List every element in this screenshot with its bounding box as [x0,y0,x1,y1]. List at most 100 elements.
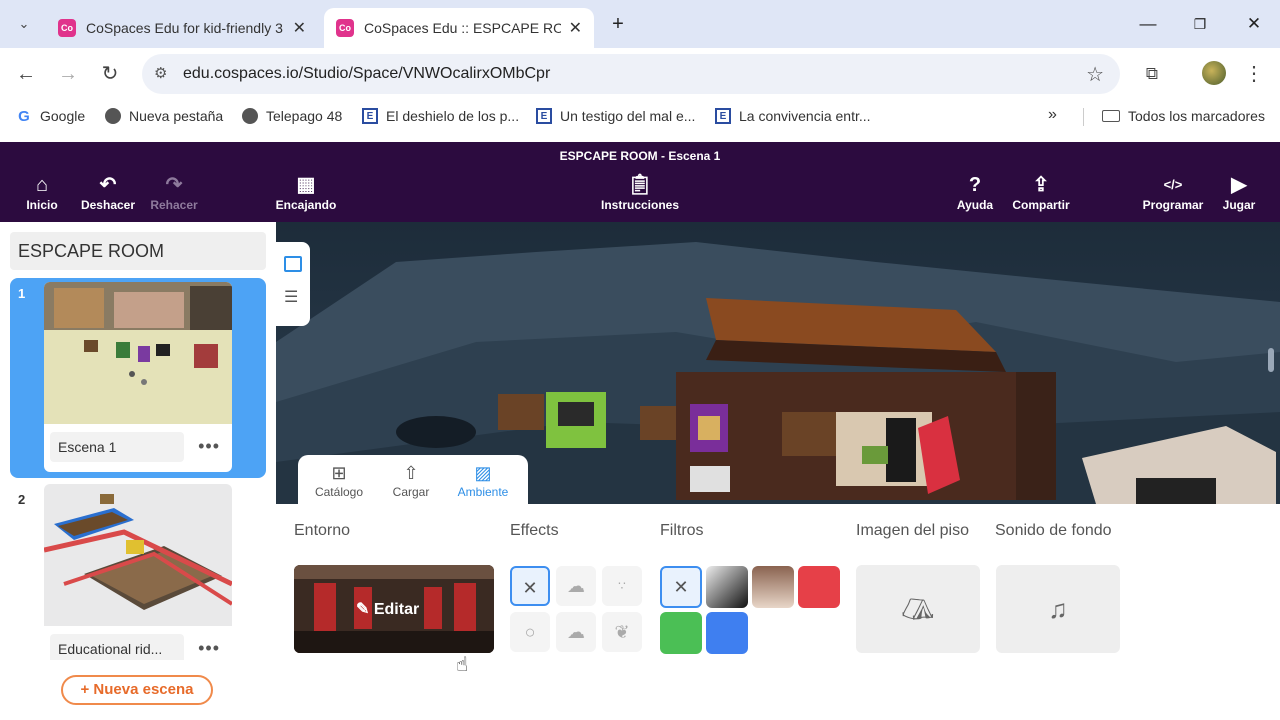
scene-2-thumbnail [44,484,232,626]
pencil-icon: ✎ [356,601,374,618]
tab-label: Catálogo [314,485,364,499]
minimize-button[interactable]: — [1136,12,1160,36]
new-tab-button[interactable]: + [606,12,630,36]
browser-tab-bar: ⌄ Co CoSpaces Edu for kid-friendly 3 ✕ C… [0,0,1280,48]
bookmark-convivencia[interactable]: E La convivencia entr... [715,108,871,124]
url-text[interactable]: edu.cospaces.io/Studio/Space/VNWOcalirxO… [183,65,550,83]
scene-label[interactable]: Educational rid... [50,634,184,660]
scene-more-icon[interactable]: ••• [198,436,220,457]
browser-menu-icon[interactable]: ⋮ [1240,60,1268,88]
browser-tab[interactable]: Co CoSpaces Edu for kid-friendly 3 ✕ [46,8,318,48]
edit-button[interactable]: ✎ Editar [356,599,419,619]
back-button[interactable]: ← [12,60,40,88]
filter-green[interactable] [660,612,702,654]
play-button[interactable]: ▶ Jugar [1220,172,1258,212]
tab-catalog[interactable]: ⊞ Catálogo [304,461,374,499]
redo-button[interactable]: ↷ Rehacer [148,172,200,212]
scene-card-1[interactable]: 1 Escena 1 ••• [10,278,266,478]
instructions-button[interactable]: 📋︎ Instrucciones [600,172,680,212]
effect-rain-cloud-icon[interactable]: ☁ [556,566,596,606]
e-icon: E [362,108,378,124]
snapping-button[interactable]: ▦ Encajando [274,172,338,212]
scene-1-thumbnail [44,282,232,424]
floor-image-title: Imagen del piso [856,522,969,539]
cospaces-favicon-icon: Co [58,19,76,37]
more-bookmarks-icon[interactable]: » [1048,106,1057,124]
effect-none[interactable]: ✕ [510,566,550,606]
grid-icon: ▦ [296,174,316,196]
floor-image-icon: ⛺︎ [901,594,935,624]
home-icon: ⌂ [35,174,49,196]
filter-blue[interactable] [706,612,748,654]
undo-icon: ↶ [99,174,117,196]
tab-search-button[interactable]: ⌄ [10,10,38,38]
new-scene-button[interactable]: + Nueva escena [61,675,213,705]
close-window-button[interactable]: ✕ [1242,12,1266,36]
effect-bubbles-icon[interactable]: ○ [510,612,550,652]
undo-label: Deshacer [80,198,136,212]
bookmark-label: La convivencia entr... [739,108,871,124]
scenes-panel: ESPCAPE ROOM 1 Escena 1 ••• 2 Educationa… [0,222,276,720]
close-tab-icon[interactable]: ✕ [293,18,306,38]
divider [1083,108,1084,126]
help-button[interactable]: ? Ayuda [954,172,996,212]
home-label: Inicio [26,198,58,212]
tab-upload[interactable]: ⇧ Cargar [376,461,446,499]
code-label: Programar [1142,198,1204,212]
scene-more-icon[interactable]: ••• [198,638,220,659]
bookmark-telepago[interactable]: Telepago 48 [242,108,342,124]
environment-thumbnail[interactable]: ✎ Editar [294,565,494,653]
instructions-label: Instrucciones [600,198,680,212]
help-icon: ? [968,174,982,196]
play-label: Jugar [1222,198,1256,212]
code-button[interactable]: </> Programar [1142,172,1204,212]
restore-button[interactable]: ❐ [1188,12,1212,36]
play-icon: ▶ [1231,174,1247,196]
address-bar: ← → ↻ ⚙ edu.cospaces.io/Studio/Space/VNW… [0,48,1280,100]
undo-button[interactable]: ↶ Deshacer [80,172,136,212]
effect-snow-cloud-icon[interactable]: ☁ [556,612,596,652]
share-button[interactable]: ⇪ Compartir [1010,172,1072,212]
bookmark-star-icon[interactable]: ☆ [1086,62,1104,87]
scene-card-2[interactable]: 2 Educational rid... ••• [10,484,266,660]
code-icon: </> [1163,177,1183,192]
close-tab-icon[interactable]: ✕ [569,18,582,38]
filter-red[interactable] [798,566,840,608]
filter-none[interactable]: ✕ [660,566,702,608]
browser-tab-active[interactable]: Co CoSpaces Edu :: ESPCAPE ROOM ✕ [324,8,594,48]
library-tabs: ⊞ Catálogo ⇧ Cargar ▨ Ambiente [298,455,528,505]
forward-button[interactable]: → [54,60,82,88]
catalog-icon: ⊞ [331,463,347,483]
share-icon: ⇪ [1032,174,1050,196]
all-bookmarks[interactable]: Todos los marcadores [1102,108,1265,124]
background-sound-button[interactable]: ♫ [996,565,1120,653]
gallery-icon[interactable] [284,256,302,272]
omnibox[interactable]: ⚙ edu.cospaces.io/Studio/Space/VNWOcalir… [142,54,1120,94]
tab-environment[interactable]: ▨ Ambiente [448,461,518,499]
floor-image-button[interactable]: ⛺︎ [856,565,980,653]
bookmark-new-tab[interactable]: Nueva pestaña [105,108,223,124]
bookmark-label: Telepago 48 [266,108,343,124]
bookmark-testigo[interactable]: E Un testigo del mal e... [536,108,695,124]
environment-title: Entorno [294,522,351,539]
reload-button[interactable]: ↻ [96,60,124,88]
home-button[interactable]: ⌂ Inicio [22,172,62,212]
space-name[interactable]: ESPCAPE ROOM [10,232,266,270]
bookmark-google[interactable]: G Google [16,108,86,125]
site-info-icon[interactable]: ⚙ [154,64,167,82]
effect-dust-icon[interactable]: ∵ [602,566,642,606]
effect-leaves-icon[interactable]: ❦ [602,612,642,652]
profile-avatar[interactable] [1202,61,1226,85]
filter-sepia[interactable] [752,566,794,608]
bookmark-label: Google [40,108,86,124]
scene-number: 1 [18,286,26,301]
filter-black-white[interactable] [706,566,748,608]
list-icon[interactable]: ☰ [284,290,298,306]
scene-label[interactable]: Escena 1 [50,432,184,462]
clipboard-icon: 📋︎ [627,174,653,196]
e-icon: E [715,108,731,124]
extensions-icon[interactable]: ⧉ [1138,60,1166,88]
tab-title: CoSpaces Edu for kid-friendly 3 [86,20,283,36]
all-bookmarks-label: Todos los marcadores [1128,108,1265,124]
bookmark-deshielo[interactable]: E El deshielo de los p... [362,108,519,124]
